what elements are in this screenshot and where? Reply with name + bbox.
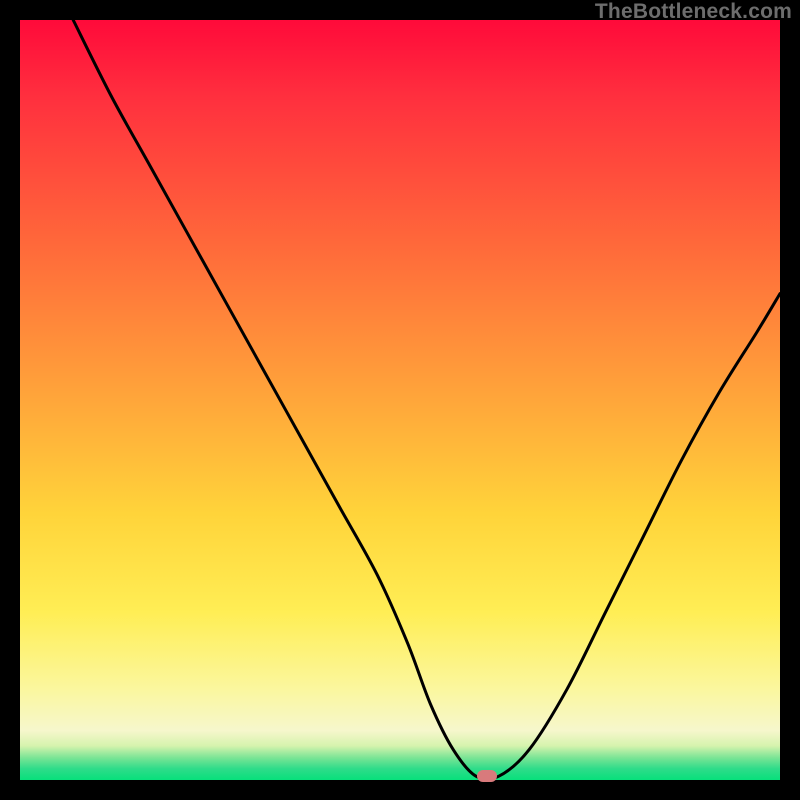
bottleneck-curve bbox=[20, 20, 780, 780]
optimal-point-marker bbox=[477, 770, 497, 782]
plot-area bbox=[20, 20, 780, 780]
chart-frame: TheBottleneck.com bbox=[0, 0, 800, 800]
